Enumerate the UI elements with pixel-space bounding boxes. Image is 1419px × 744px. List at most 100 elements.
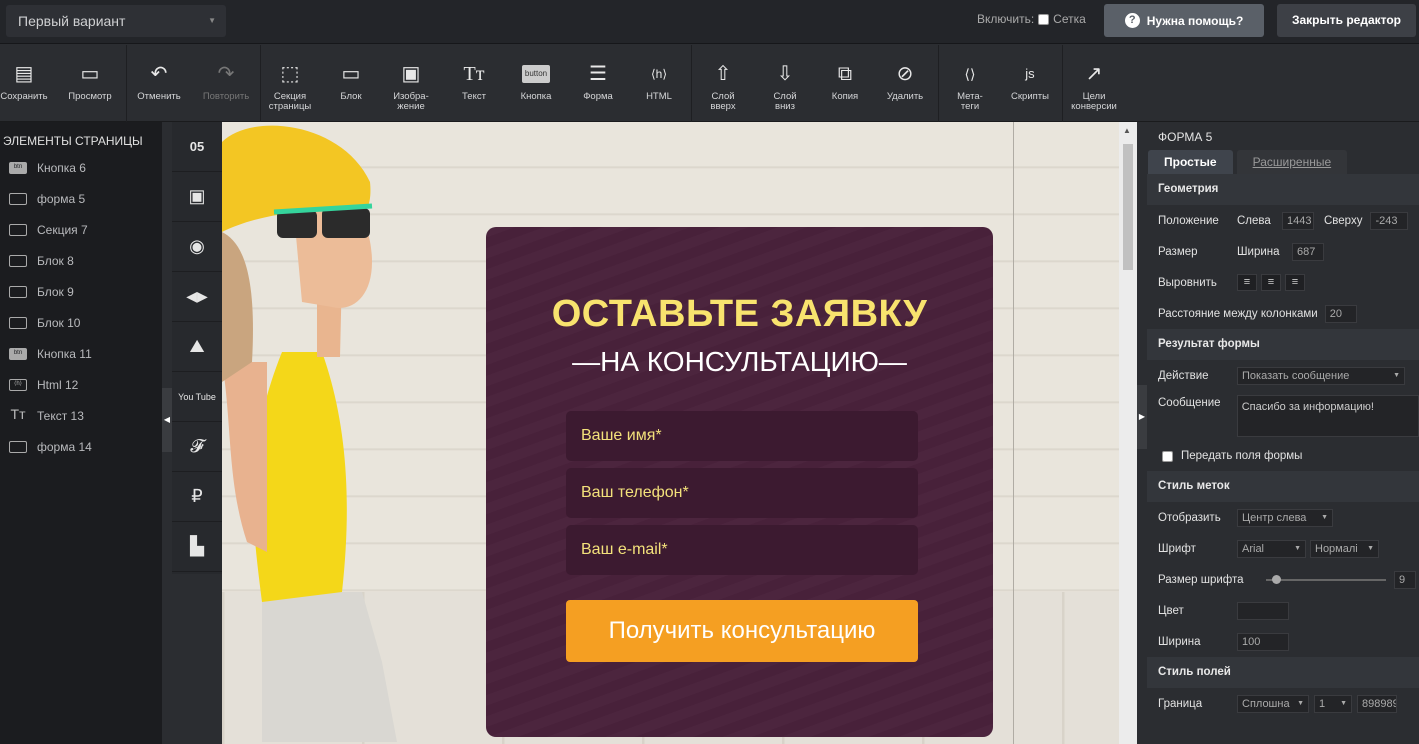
pass-fields-checkbox[interactable]	[1162, 450, 1173, 462]
html-button[interactable]: ⟨h⟩ HTML	[634, 45, 684, 122]
width2-input[interactable]: 100	[1237, 632, 1289, 651]
close-editor-button[interactable]: Закрыть редактор	[1277, 4, 1416, 37]
map-widget-icon[interactable]: ◉	[172, 222, 222, 272]
tab-advanced[interactable]: Расширенные	[1236, 150, 1348, 174]
preview-button[interactable]: ▭ Просмотр	[62, 45, 118, 122]
left-input[interactable]: 1443	[1282, 211, 1314, 230]
youtube-widget-icon[interactable]: You Tube	[172, 372, 222, 422]
position-row: Положение Слева 1443 Сверху -243	[1147, 205, 1419, 236]
monitor-icon: ▭	[80, 63, 100, 85]
slider-widget-icon[interactable]: ◀▶	[172, 272, 222, 322]
collapse-left-handle[interactable]: ◀	[162, 388, 172, 452]
sidebar-item[interactable]: Секция 7	[0, 214, 162, 245]
save-button[interactable]: ▤ Сохранить	[0, 45, 48, 122]
tb-label: Текст	[462, 91, 486, 102]
top-input[interactable]: -243	[1370, 211, 1409, 230]
help-button[interactable]: ? Нужна помощь?	[1104, 4, 1264, 37]
action-label: Действие	[1158, 369, 1209, 382]
variant-select[interactable]: Первый вариант ▼	[6, 5, 226, 37]
submit-button[interactable]: Получить консультацию	[566, 600, 918, 662]
form-title: ОСТАВЬТЕ ЗАЯВКУ	[551, 293, 928, 335]
redo-button[interactable]: ↷ Повторить	[196, 45, 256, 122]
display-label: Отобразить	[1158, 511, 1221, 524]
border-label: Граница	[1158, 697, 1203, 710]
copy-icon: ⧉	[837, 63, 853, 85]
redo-icon: ↷	[217, 63, 235, 85]
block-icon	[9, 285, 27, 298]
form-icon: ☰	[589, 63, 607, 85]
elements-list: btn Кнопка 6 форма 5 Секция 7 Блок 8 Блок 9 Бл…	[0, 152, 162, 462]
font-select[interactable]: Arial	[1237, 539, 1306, 558]
action-select[interactable]: Показать сообщение	[1237, 366, 1405, 385]
align-left-icon[interactable]: ≡	[1237, 274, 1257, 291]
grid-toggle: Включить: Сетка	[977, 12, 1086, 26]
message-textarea[interactable]: Спасибо за информацию!	[1236, 395, 1419, 437]
tb-label: Скрипты	[1011, 91, 1049, 102]
block-button[interactable]: ▭ Блок	[326, 45, 376, 122]
font-size-input[interactable]: 9	[1394, 570, 1416, 589]
image-button[interactable]: ▣ Изобра-жение	[386, 45, 436, 122]
scroll-up-icon[interactable]: ▲	[1123, 126, 1131, 135]
tb-label: Сохранить	[0, 91, 48, 102]
conversion-goals-button[interactable]: ↗ Цели конверсии	[1066, 45, 1122, 122]
block-icon	[9, 316, 27, 329]
form-button[interactable]: ☰ Форма	[572, 45, 624, 122]
undo-button[interactable]: ↶ Отменить	[132, 45, 186, 122]
layer-down-button[interactable]: ⇩ Слой вниз	[760, 45, 810, 122]
col-gap-input[interactable]: 20	[1324, 304, 1357, 323]
border-width-select[interactable]: 1	[1314, 694, 1352, 713]
sidebar-item[interactable]: Блок 10	[0, 307, 162, 338]
collapse-right-handle[interactable]: ▶	[1137, 385, 1147, 449]
border-style-select[interactable]: Сплошна	[1237, 694, 1309, 713]
sidebar-item[interactable]: форма 14	[0, 431, 162, 462]
sidebar-item[interactable]: btn Кнопка 6	[0, 152, 162, 183]
ruble-widget-icon[interactable]: ₽	[172, 472, 222, 522]
color-picker[interactable]	[1237, 601, 1289, 620]
button-button[interactable]: button Кнопка	[510, 45, 562, 122]
popup-widget-icon[interactable]: ▣	[172, 172, 222, 222]
align-label: Выровнить	[1158, 276, 1217, 289]
sidebar-item[interactable]: форма 5	[0, 183, 162, 214]
sidebar-item[interactable]: Tт Текст 13	[0, 400, 162, 431]
display-select[interactable]: Центр слева	[1237, 508, 1333, 527]
layer-down-icon: ⇩	[776, 63, 794, 85]
scroll-thumb[interactable]	[1123, 144, 1133, 270]
divider	[260, 45, 261, 122]
canvas-scrollbar[interactable]: ▲	[1119, 122, 1137, 744]
sidebar-item[interactable]: ⟨h⟩ Html 12	[0, 369, 162, 400]
width-input[interactable]: 687	[1292, 242, 1324, 261]
phone-field[interactable]: Ваш телефон*	[566, 468, 918, 518]
layer-up-button[interactable]: ⇧ Слой вверх	[698, 45, 748, 122]
editor-canvas[interactable]: ОСТАВЬТЕ ЗАЯВКУ —НА КОНСУЛЬТАЦИЮ— Ваше и…	[222, 122, 1137, 744]
align-right-icon[interactable]: ≡	[1285, 274, 1305, 291]
text-icon: Tт	[10, 405, 26, 422]
section-button[interactable]: ⬚ Секция страницы	[264, 45, 316, 122]
align-center-icon[interactable]: ≡	[1261, 274, 1281, 291]
delete-button[interactable]: ⊘ Удалить	[880, 45, 930, 122]
sidebar-item-label: Блок 10	[37, 315, 81, 330]
tab-simple[interactable]: Простые	[1148, 150, 1233, 174]
timer-widget-icon[interactable]: 05	[172, 122, 222, 172]
text-button[interactable]: Tт Текст	[448, 45, 500, 122]
scripts-icon: js	[1025, 66, 1035, 81]
font-size-slider[interactable]	[1266, 574, 1386, 584]
name-field[interactable]: Ваше имя*	[566, 411, 918, 461]
border-color-input[interactable]: 898989	[1357, 694, 1397, 713]
divider	[691, 45, 692, 122]
copy-button[interactable]: ⧉ Копия	[820, 45, 870, 122]
font-widget-icon[interactable]: 𝓕	[172, 422, 222, 472]
sidebar-item[interactable]: Блок 9	[0, 276, 162, 307]
font-weight-select[interactable]: Нормалі	[1310, 539, 1379, 558]
grid-checkbox[interactable]	[1038, 13, 1050, 25]
undo-icon: ↶	[150, 63, 168, 85]
gallery-widget-icon[interactable]: ⛰	[172, 322, 222, 372]
scripts-button[interactable]: js Скрипты	[1004, 45, 1056, 122]
cursor-widget-icon[interactable]: ▙	[172, 522, 222, 572]
question-icon: ?	[1124, 13, 1140, 28]
meta-tags-button[interactable]: ⟨⟩ Мета-теги	[946, 45, 994, 122]
sidebar-item[interactable]: Блок 8	[0, 245, 162, 276]
slider-knob[interactable]	[1271, 574, 1281, 584]
email-field[interactable]: Ваш e-mail*	[566, 525, 918, 575]
lead-form-block[interactable]: ОСТАВЬТЕ ЗАЯВКУ —НА КОНСУЛЬТАЦИЮ— Ваше и…	[486, 227, 993, 737]
sidebar-item[interactable]: btn Кнопка 11	[0, 338, 162, 369]
